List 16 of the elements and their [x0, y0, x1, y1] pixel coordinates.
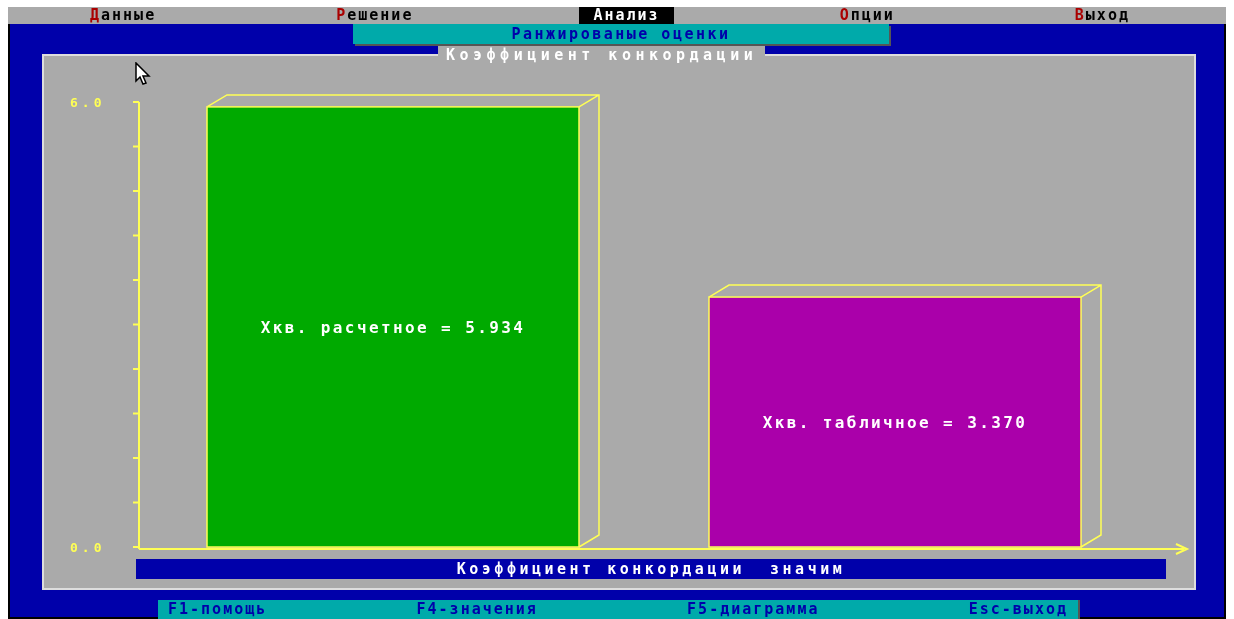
status-banner: Коэффициент конкордации значим: [136, 559, 1166, 579]
function-key[interactable]: F4-значения: [416, 600, 538, 619]
function-key[interactable]: F1-помощь: [168, 600, 268, 619]
bar-value-label: Хкв. табличное = 3.370: [762, 413, 1028, 433]
axis-label: 0.0: [70, 540, 106, 555]
menu-item[interactable]: Анализ: [579, 7, 674, 24]
submenu-title: Ранжированые оценки: [353, 24, 889, 44]
mouse-cursor-icon: [135, 62, 151, 86]
function-key[interactable]: F5-диаграмма: [687, 600, 820, 619]
function-key[interactable]: Esc-выход: [968, 600, 1068, 619]
menu-item[interactable]: Решение: [322, 7, 428, 24]
menu-item[interactable]: Выход: [1060, 7, 1144, 24]
axis-label: 6.0: [70, 95, 106, 110]
bar-value-label: Хкв. расчетное = 5.934: [260, 317, 526, 337]
chart-title: Коэффициент конкордации: [438, 46, 766, 64]
menu-item[interactable]: Данные: [76, 7, 171, 24]
